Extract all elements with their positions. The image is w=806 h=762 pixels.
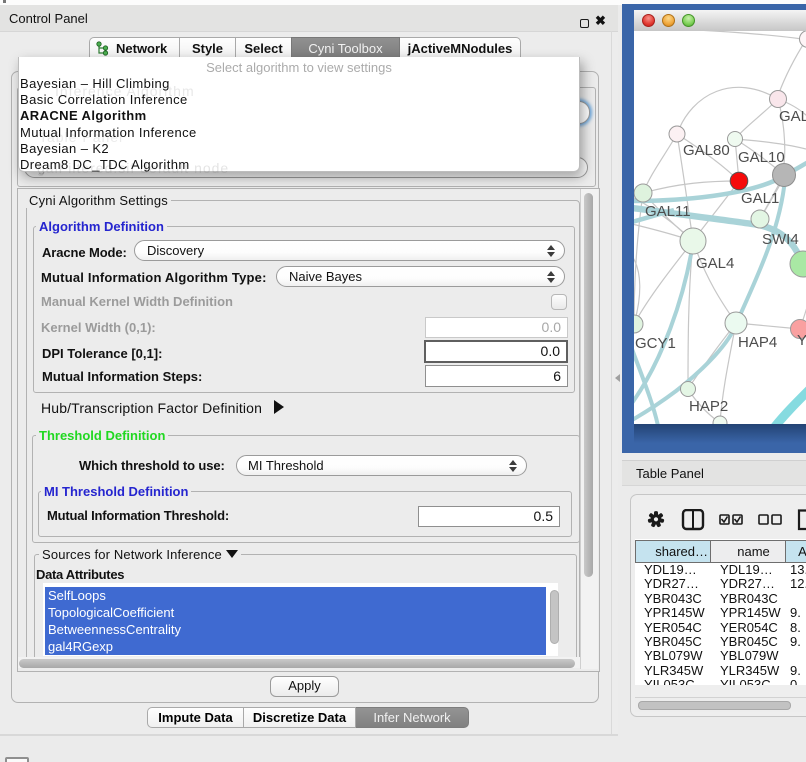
- svg-text:GCY1: GCY1: [635, 335, 676, 352]
- svg-text:GAL10: GAL10: [738, 149, 785, 166]
- svg-text:GAL4: GAL4: [696, 255, 734, 272]
- svg-text:SWI4: SWI4: [762, 231, 799, 248]
- svg-text:HAP4: HAP4: [738, 334, 777, 351]
- svg-text:Y: Y: [797, 332, 806, 349]
- svg-text:GAL11: GAL11: [645, 203, 691, 220]
- svg-text:GAL7: GAL7: [779, 108, 806, 125]
- svg-text:HAP2: HAP2: [689, 398, 728, 415]
- svg-text:GAL80: GAL80: [683, 142, 730, 159]
- svg-text:GAL1: GAL1: [741, 190, 779, 207]
